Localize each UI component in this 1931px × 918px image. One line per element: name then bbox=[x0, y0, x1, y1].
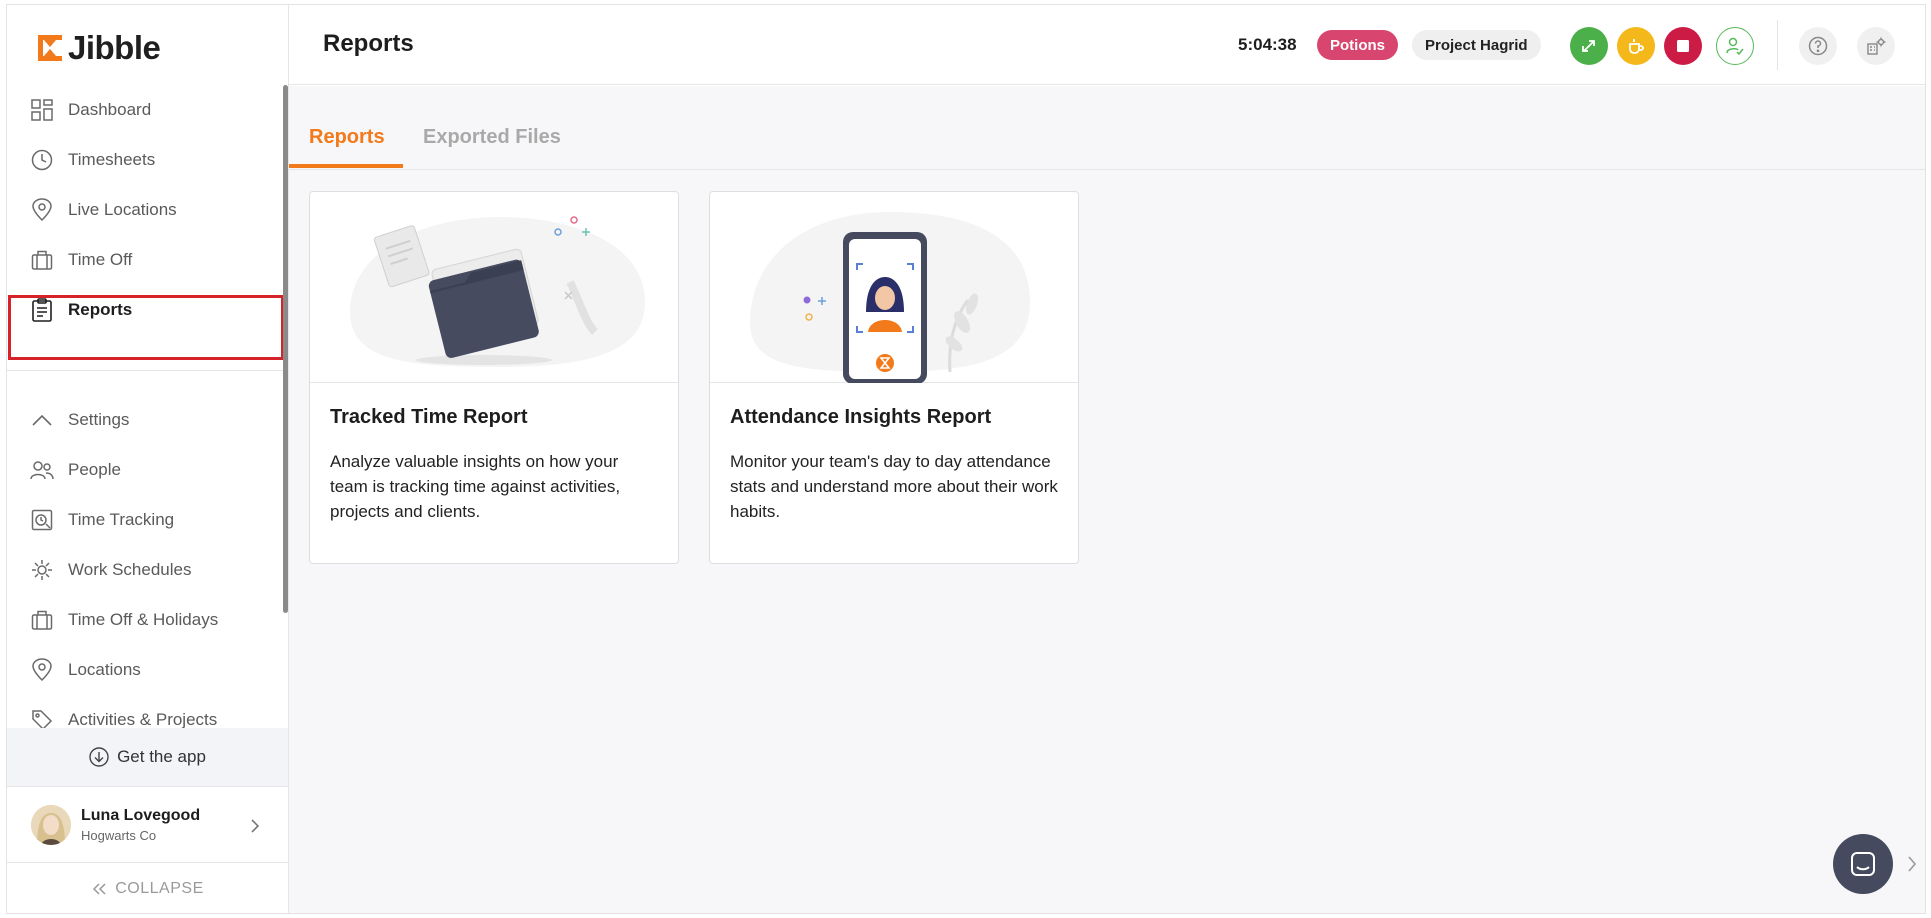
double-chevron-left-icon bbox=[93, 883, 106, 895]
main-content: Reports Exported Files Tracked Time Repo… bbox=[289, 86, 1925, 913]
org-settings-button[interactable] bbox=[1857, 27, 1895, 65]
building-gear-icon bbox=[1867, 37, 1886, 55]
top-header: Reports 5:04:38 Potions Project Hagrid bbox=[289, 5, 1925, 85]
sidebar-divider bbox=[7, 370, 283, 371]
timer-display: 5:04:38 bbox=[1238, 35, 1297, 54]
sidebar: Jibble Dashboard Timesheets Live Locatio… bbox=[7, 5, 289, 913]
work-schedule-icon bbox=[30, 558, 54, 582]
sidebar-item-settings[interactable]: Settings bbox=[7, 395, 283, 445]
header-divider bbox=[1777, 20, 1778, 70]
sidebar-item-label: Live Locations bbox=[68, 200, 177, 219]
sidebar-item-label: Dashboard bbox=[68, 100, 152, 119]
sidebar-scrollbar[interactable] bbox=[283, 85, 288, 613]
sidebar-item-time-off[interactable]: Time Off bbox=[7, 235, 283, 285]
sidebar-item-label: Time Tracking bbox=[68, 510, 175, 529]
get-app-button[interactable]: Get the app bbox=[7, 728, 288, 787]
stop-timer-button[interactable] bbox=[1664, 27, 1702, 65]
sidebar-item-label: People bbox=[68, 460, 121, 479]
chevron-right-icon[interactable] bbox=[1907, 855, 1917, 873]
app-window: Jibble Dashboard Timesheets Live Locatio… bbox=[6, 4, 1926, 914]
sidebar-item-timesheets[interactable]: Timesheets bbox=[7, 135, 283, 185]
sidebar-item-label: Work Schedules bbox=[68, 560, 192, 579]
chat-icon bbox=[1851, 852, 1875, 876]
sidebar-item-reports[interactable]: Reports bbox=[7, 285, 283, 335]
suitcase-icon bbox=[30, 248, 54, 272]
sidebar-item-label: Locations bbox=[68, 660, 141, 679]
user-organization: Hogwarts Co bbox=[81, 828, 157, 843]
chevron-up-icon bbox=[30, 408, 54, 432]
sidebar-item-label: Reports bbox=[68, 300, 133, 319]
download-icon bbox=[89, 747, 109, 767]
collapse-label: COLLAPSE bbox=[115, 880, 204, 897]
tracked-time-report-card[interactable]: Tracked Time Report Analyze valuable ins… bbox=[309, 191, 679, 564]
attendance-button[interactable] bbox=[1716, 27, 1754, 65]
tab-exported-files[interactable]: Exported Files bbox=[423, 126, 561, 149]
sidebar-item-time-off-holidays[interactable]: Time Off & Holidays bbox=[7, 595, 283, 645]
get-app-label: Get the app bbox=[117, 747, 206, 766]
location-pin-icon bbox=[30, 198, 54, 222]
active-tab-indicator bbox=[289, 164, 403, 168]
user-check-icon bbox=[1726, 37, 1744, 56]
sidebar-item-label: Time Off bbox=[68, 250, 133, 269]
sidebar-item-time-tracking[interactable]: Time Tracking bbox=[7, 495, 283, 545]
switch-activity-button[interactable] bbox=[1570, 27, 1608, 65]
clock-icon bbox=[30, 148, 54, 172]
tab-reports[interactable]: Reports bbox=[309, 126, 385, 149]
suitcase-icon bbox=[30, 608, 54, 632]
page-title: Reports bbox=[323, 30, 414, 57]
sidebar-item-live-locations[interactable]: Live Locations bbox=[7, 185, 283, 235]
coffee-cup-icon bbox=[1629, 39, 1644, 54]
avatar bbox=[31, 805, 71, 845]
main-nav: Dashboard Timesheets Live Locations Time… bbox=[7, 85, 283, 335]
report-tabs: Reports Exported Files bbox=[289, 86, 1925, 170]
card-description: Monitor your team's day to day attendanc… bbox=[730, 452, 1058, 521]
card-title: Attendance Insights Report bbox=[730, 406, 992, 428]
clipboard-icon bbox=[30, 298, 54, 322]
chevron-right-icon bbox=[251, 819, 260, 833]
location-pin-icon bbox=[30, 658, 54, 682]
break-button[interactable] bbox=[1617, 27, 1655, 65]
jibble-logo-icon bbox=[38, 35, 62, 61]
time-tracking-icon bbox=[30, 508, 54, 532]
sidebar-item-locations[interactable]: Locations bbox=[7, 645, 283, 695]
sidebar-item-dashboard[interactable]: Dashboard bbox=[7, 85, 283, 135]
phone-illustration bbox=[710, 192, 1078, 384]
people-icon bbox=[30, 458, 54, 482]
settings-nav: Settings People Time Tracking Work Sched… bbox=[7, 395, 283, 745]
brand-name: Jibble bbox=[68, 29, 161, 66]
sidebar-item-people[interactable]: People bbox=[7, 445, 283, 495]
help-icon bbox=[1808, 36, 1828, 56]
card-title: Tracked Time Report bbox=[330, 406, 528, 428]
activity-chip[interactable]: Potions bbox=[1317, 30, 1398, 60]
jibble-logo[interactable]: Jibble bbox=[36, 29, 161, 67]
project-chip[interactable]: Project Hagrid bbox=[1412, 30, 1541, 60]
dashboard-icon bbox=[30, 98, 54, 122]
sidebar-item-label: Time Off & Holidays bbox=[68, 610, 219, 629]
switch-arrows-icon bbox=[1582, 40, 1595, 52]
help-button[interactable] bbox=[1799, 27, 1837, 65]
sidebar-item-work-schedules[interactable]: Work Schedules bbox=[7, 545, 283, 595]
attendance-insights-report-card[interactable]: Attendance Insights Report Monitor your … bbox=[709, 191, 1079, 564]
user-profile[interactable]: Luna Lovegood Hogwarts Co bbox=[7, 788, 288, 863]
sidebar-item-label: Activities & Projects bbox=[68, 710, 218, 729]
sidebar-item-label: Timesheets bbox=[68, 150, 156, 169]
sidebar-item-label: Settings bbox=[68, 410, 130, 429]
card-description: Analyze valuable insights on how your te… bbox=[330, 452, 621, 521]
collapse-button[interactable]: COLLAPSE bbox=[7, 863, 288, 913]
folder-illustration bbox=[310, 192, 678, 383]
stop-icon bbox=[1677, 40, 1689, 52]
chat-support-button[interactable] bbox=[1833, 834, 1893, 894]
user-name: Luna Lovegood bbox=[81, 807, 201, 824]
